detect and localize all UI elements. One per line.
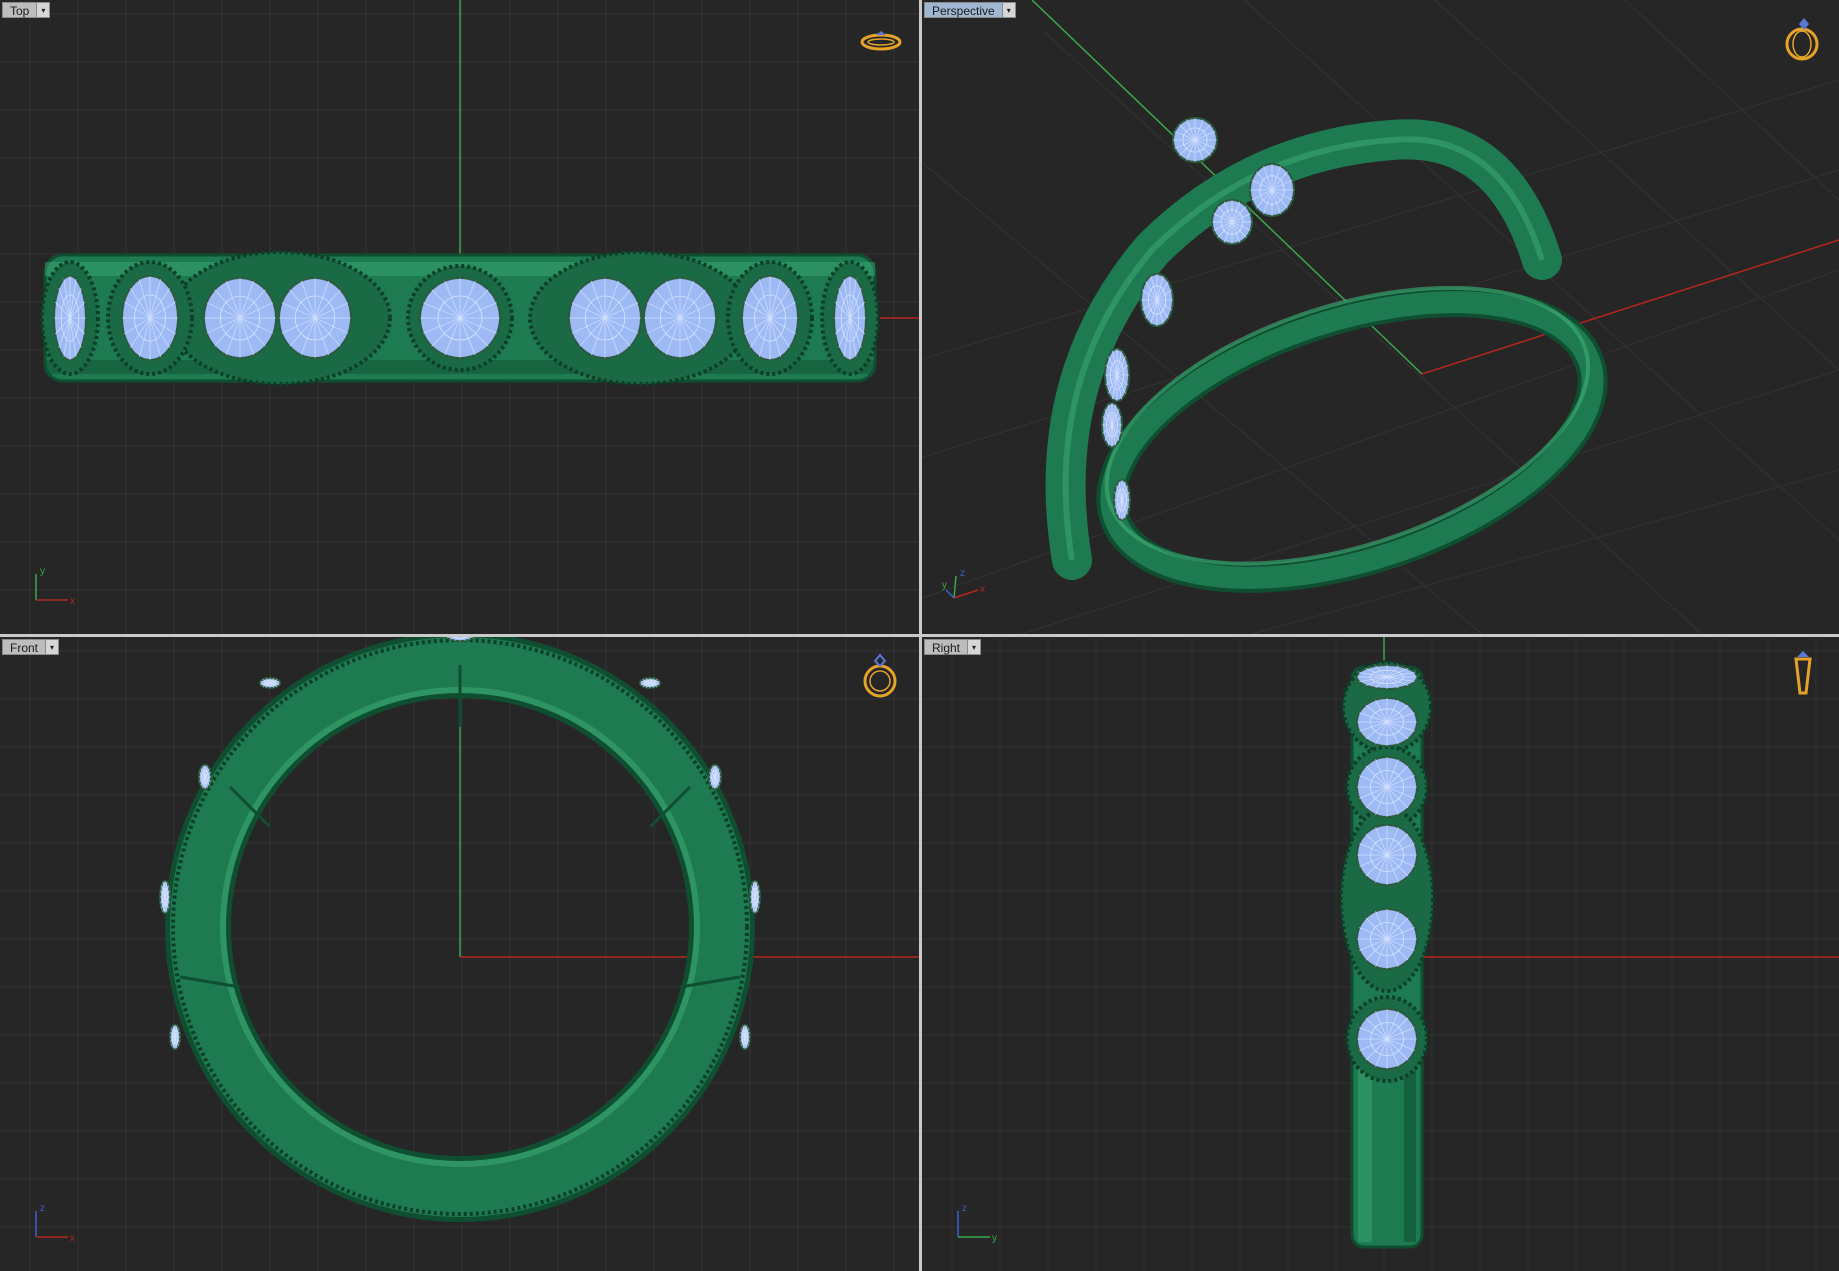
ring-side-icon[interactable] xyxy=(858,24,904,76)
viewport-tab-top[interactable]: Top ▾ xyxy=(2,2,51,18)
gemstone[interactable] xyxy=(121,275,179,361)
gemstone[interactable] xyxy=(1356,664,1418,690)
chevron-down-icon[interactable]: ▾ xyxy=(1001,2,1016,18)
viewport-perspective[interactable]: Perspective ▾ z y x xyxy=(922,0,1839,634)
gemstone[interactable] xyxy=(739,1024,751,1050)
chevron-down-icon[interactable]: ▾ xyxy=(967,639,982,655)
gemstone[interactable] xyxy=(278,277,352,359)
gemstone[interactable] xyxy=(741,275,799,361)
gemstone[interactable] xyxy=(169,1024,181,1050)
gemstone[interactable] xyxy=(1101,402,1123,448)
viewport-label[interactable]: Perspective xyxy=(924,2,1002,18)
ring-band-perspective[interactable] xyxy=(1045,119,1627,631)
axis-indicator: y x xyxy=(35,566,75,607)
axis-x-label: x xyxy=(980,584,985,595)
gemstone[interactable] xyxy=(198,764,212,790)
top-view-scene[interactable] xyxy=(0,0,919,634)
axis-indicator: z y xyxy=(957,1203,997,1244)
four-viewport-workspace: Top ▾ y x Perspective ▾ z y x Front ▾ z … xyxy=(0,0,1839,1271)
axis-y-label: y xyxy=(942,580,947,591)
chevron-down-icon[interactable]: ▾ xyxy=(45,639,60,655)
gemstone[interactable] xyxy=(749,880,761,914)
gemstone[interactable] xyxy=(1356,824,1418,886)
ring-front-icon[interactable] xyxy=(858,649,904,701)
gemstone[interactable] xyxy=(259,677,281,689)
gemstone[interactable] xyxy=(1211,199,1253,245)
gemstone[interactable] xyxy=(568,277,642,359)
viewport-label[interactable]: Front xyxy=(2,639,46,655)
axis-x-label: x xyxy=(70,596,75,607)
front-view-scene[interactable] xyxy=(0,637,919,1271)
chevron-down-icon[interactable]: ▾ xyxy=(36,2,51,18)
gemstone[interactable] xyxy=(203,277,277,359)
perspective-view-scene[interactable] xyxy=(922,0,1839,634)
ring-perspective-icon[interactable] xyxy=(1780,12,1826,64)
gemstone[interactable] xyxy=(639,677,661,689)
gemstone[interactable] xyxy=(1249,163,1295,217)
viewport-tab-front[interactable]: Front ▾ xyxy=(2,639,60,655)
gemstone[interactable] xyxy=(708,764,722,790)
gemstone[interactable] xyxy=(1172,117,1218,163)
ring-right-icon[interactable] xyxy=(1780,647,1826,699)
viewport-top[interactable]: Top ▾ y x xyxy=(0,0,919,634)
gemstone[interactable] xyxy=(1356,1008,1418,1070)
axis-z-label: z xyxy=(960,568,965,579)
viewport-right[interactable]: Right ▾ z y xyxy=(922,637,1839,1271)
axis-y-label: y xyxy=(40,566,45,577)
gemstone[interactable] xyxy=(159,880,171,914)
viewport-tab-perspective[interactable]: Perspective ▾ xyxy=(924,2,1016,18)
axis-indicator: z x xyxy=(35,1203,75,1244)
gemstone[interactable] xyxy=(643,277,717,359)
gemstone[interactable] xyxy=(1356,908,1418,970)
gemstone[interactable] xyxy=(833,275,867,361)
gemstone[interactable] xyxy=(1140,273,1174,327)
axis-z-label: z xyxy=(962,1203,967,1214)
gemstone[interactable] xyxy=(1113,479,1131,521)
viewport-tab-right[interactable]: Right ▾ xyxy=(924,639,982,655)
axis-indicator: z y x xyxy=(942,568,985,599)
viewport-front[interactable]: Front ▾ z x xyxy=(0,637,919,1271)
gemstone[interactable] xyxy=(419,277,501,359)
gemstone[interactable] xyxy=(1356,756,1418,818)
axis-y-label: y xyxy=(992,1233,997,1244)
viewport-label[interactable]: Right xyxy=(924,639,968,655)
right-view-scene[interactable] xyxy=(922,637,1839,1271)
axis-z-label: z xyxy=(40,1203,45,1214)
gemstone[interactable] xyxy=(1356,697,1418,747)
axis-x-label: x xyxy=(70,1233,75,1244)
gemstone[interactable] xyxy=(53,275,87,361)
viewport-label[interactable]: Top xyxy=(2,2,37,18)
gemstone[interactable] xyxy=(1104,348,1130,402)
